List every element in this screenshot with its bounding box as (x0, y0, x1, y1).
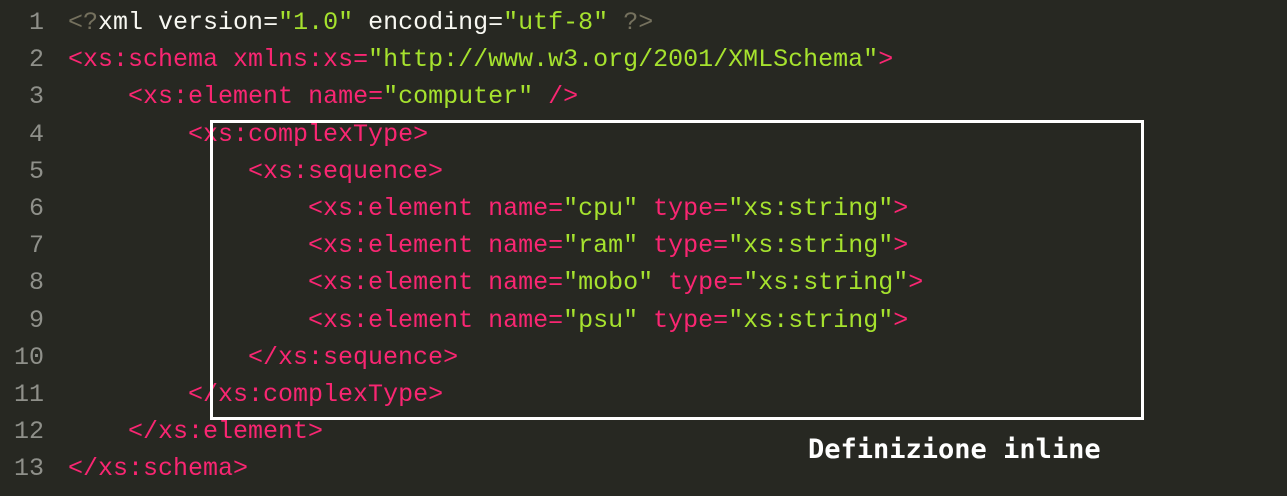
code-token: = (353, 45, 369, 75)
code-token: version (158, 8, 264, 37)
code-token: <? (68, 8, 99, 37)
line-number: 8 (28, 268, 44, 298)
code-token: "utf-8" (503, 8, 609, 37)
code-text[interactable]: <?xml version="1.0" encoding="utf-8" ?> (68, 4, 653, 41)
code-token: </xs:schema> (68, 454, 249, 484)
code-text[interactable]: <xs:schema xmlns:xs="http://www.w3.org/2… (68, 41, 893, 78)
line-number: 3 (28, 82, 44, 112)
line-number: 10 (13, 342, 44, 372)
line-number: 2 (28, 45, 44, 75)
code-line[interactable]: 2 <xs:schema xmlns:xs="http://www.w3.org/… (0, 41, 1287, 78)
line-number: 6 (28, 193, 44, 223)
annotation-caption: Definizione inline (808, 434, 1101, 465)
code-token: <xs:element (128, 82, 294, 112)
code-token: /> (548, 82, 579, 112)
line-number: 9 (28, 305, 44, 335)
code-text[interactable]: </xs:schema> (68, 450, 248, 487)
code-line[interactable]: 3 <xs:element name="computer" /> (0, 78, 1287, 115)
code-token: name (308, 82, 369, 112)
code-token: > (878, 45, 894, 75)
line-number: 11 (13, 379, 44, 409)
line-number: 13 (13, 454, 44, 484)
highlight-box (210, 120, 1144, 420)
code-token: </xs:element> (128, 417, 324, 447)
line-number: 1 (28, 8, 44, 37)
line-number: 4 (28, 119, 44, 149)
code-line[interactable]: 1 <?xml version="1.0" encoding="utf-8" ?> (0, 4, 1287, 41)
line-number: 7 (28, 231, 44, 261)
code-token: "1.0" (278, 8, 354, 37)
code-token: = (488, 8, 504, 37)
code-token: "http://www.w3.org/2001/XMLSchema" (368, 45, 879, 75)
code-token: encoding (368, 8, 489, 37)
code-token: xmlns:xs (233, 45, 354, 75)
code-token: = (368, 82, 384, 112)
line-number: 5 (28, 156, 44, 186)
code-token: xml (98, 8, 144, 37)
code-token: "computer" (383, 82, 534, 112)
code-token: <xs:schema (68, 45, 219, 75)
code-token: ?> (623, 8, 654, 37)
line-number: 12 (13, 417, 44, 447)
code-token: = (263, 8, 279, 37)
code-text[interactable]: <xs:element name="computer" /> (68, 78, 578, 115)
